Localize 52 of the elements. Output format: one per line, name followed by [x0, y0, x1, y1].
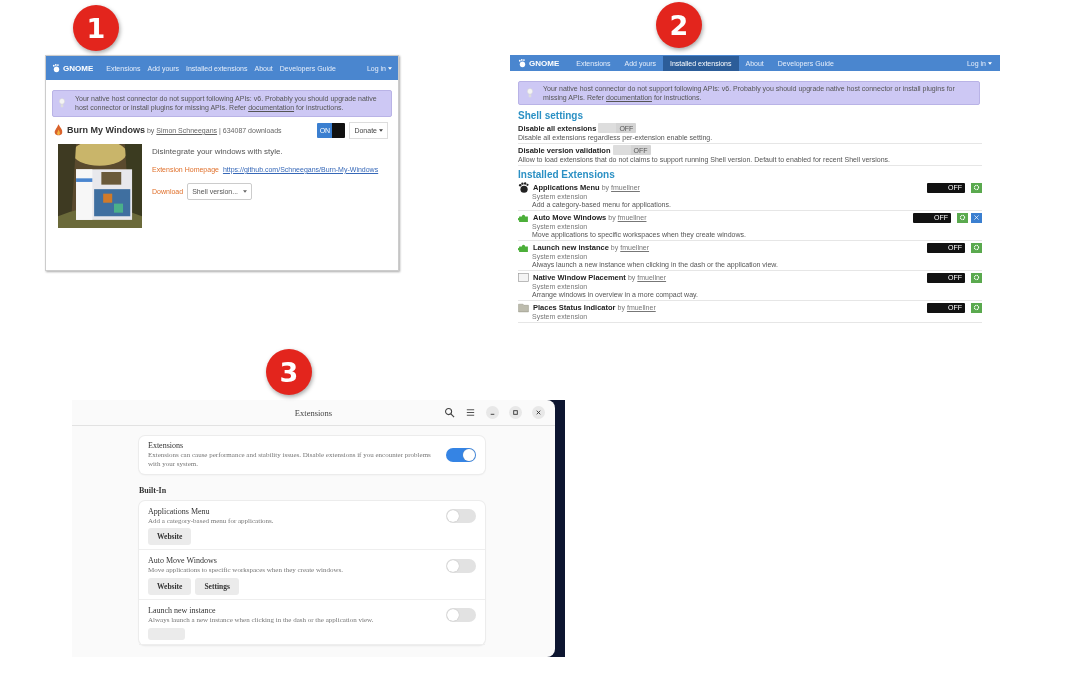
- section-heading: Shell settings: [518, 110, 584, 122]
- close-icon: [534, 408, 543, 417]
- foot-icon: [52, 63, 61, 73]
- settings-button[interactable]: [971, 182, 982, 193]
- caret-icon: [243, 189, 248, 193]
- caret-icon: [379, 128, 383, 132]
- maximize-button[interactable]: [509, 406, 522, 419]
- settings-button[interactable]: [971, 302, 982, 313]
- flame-icon: [54, 123, 63, 137]
- setting-name: Extensions: [148, 441, 185, 450]
- window-icon: [518, 272, 529, 284]
- puzzle-icon: [518, 212, 529, 224]
- settings-button[interactable]: [971, 242, 982, 253]
- gnome-logo[interactable]: GNOME: [52, 63, 94, 73]
- logo-text: GNOME: [63, 63, 94, 73]
- settings-icon: [973, 274, 980, 282]
- section-heading: Installed Extensions: [518, 169, 616, 181]
- caret-icon: [988, 61, 992, 65]
- settings-icon: [973, 244, 980, 252]
- logo-text: GNOME: [529, 58, 560, 68]
- settings-button[interactable]: [957, 212, 968, 223]
- section-heading: Built-In: [139, 485, 168, 495]
- toggle-switch[interactable]: [446, 508, 476, 523]
- caret-icon: [388, 66, 392, 70]
- maximize-icon: [511, 408, 520, 417]
- extension-name: Launch new instance: [148, 606, 217, 615]
- gnome-logo[interactable]: GNOME: [518, 58, 560, 68]
- search-icon[interactable]: [444, 407, 455, 418]
- extension-name: Applications Menu: [148, 506, 211, 516]
- number-badge: 1: [73, 5, 119, 51]
- settings-icon: [959, 214, 966, 222]
- foot-icon: [518, 58, 527, 68]
- number-badge: 3: [266, 349, 312, 395]
- extension-name: Auto Move Windows: [148, 556, 218, 566]
- settings-icon: [973, 304, 980, 312]
- settings-icon: [973, 184, 980, 192]
- close-button[interactable]: [532, 406, 545, 419]
- extension-description: Disintegrate your windows with style.: [152, 146, 284, 156]
- window-title: Extensions: [294, 407, 333, 418]
- menu-icon[interactable]: [465, 407, 476, 418]
- bulb-icon: [59, 96, 65, 110]
- toggle-switch[interactable]: [446, 447, 476, 462]
- puzzle-icon: [518, 242, 529, 254]
- settings-button[interactable]: [971, 272, 982, 283]
- toggle-switch[interactable]: [446, 558, 476, 573]
- toggle-switch[interactable]: [446, 608, 476, 623]
- folder-icon: [518, 302, 529, 314]
- bulb-icon: [527, 86, 533, 100]
- foot-icon: [518, 182, 529, 194]
- minimize-button[interactable]: [486, 406, 499, 419]
- number-badge: 2: [656, 2, 702, 48]
- extension-name: Burn My Windows: [67, 125, 145, 136]
